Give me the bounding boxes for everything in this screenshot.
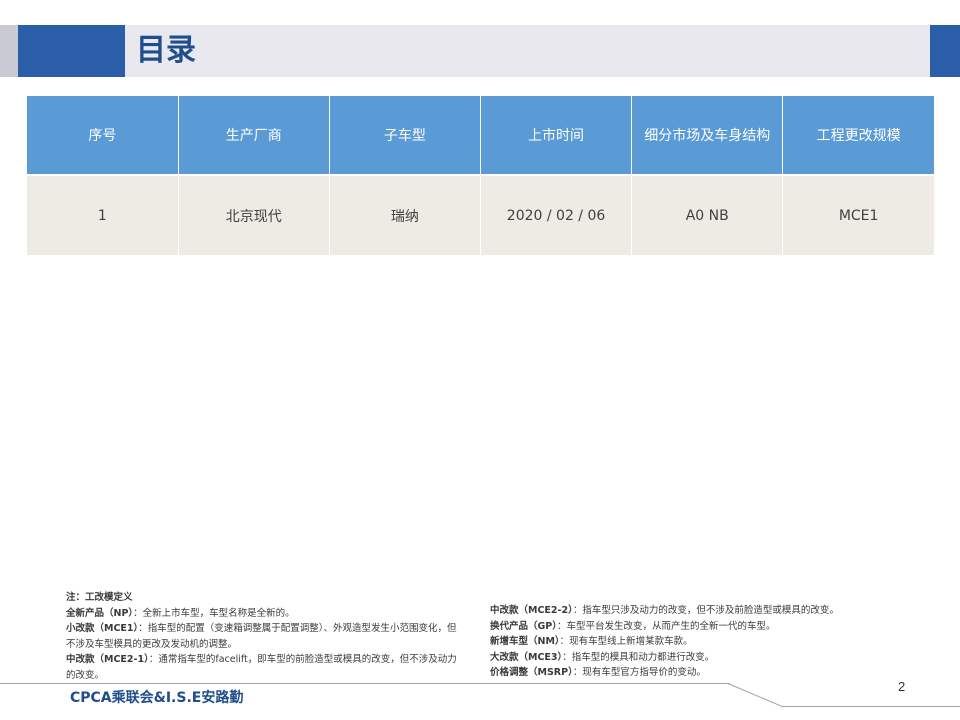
header-cell: 上市时间 [480,96,633,175]
table-cell: 北京现代 [178,174,330,255]
note-term: 新增车型（NM） [490,636,560,647]
page-title: 目录 [136,33,196,68]
title-accent-block-left [18,25,125,77]
table-row: 1 北京现代 瑞纳 2020 / 02 / 06 A0 NB MCE1 [27,174,934,255]
note-term: 换代产品（GP） [490,620,558,632]
header-cell: 工程更改规模 [782,96,934,175]
header-cell: 子车型 [329,96,481,175]
table-cell: 2020 / 02 / 06 [480,174,633,255]
title-accent-block-right [930,25,960,77]
note-item: 中改款（MCE2-1）：通常指车型的facelift，即车型的前脸造型或模具的改… [66,652,458,683]
header-cell: 细分市场及车身结构 [631,96,784,175]
footer-divider [0,683,730,684]
note-item: 中改款（MCE2-2）：指车型只涉及动力的改变，但不涉及前脸造型或模具的改变。 [490,603,910,619]
note-term: 大改款（MCE3） [490,651,563,663]
footer-divider-slant [727,683,784,708]
note-desc: ：指车型的模具和动力都进行改变。 [562,651,715,663]
notes-left: 注：工改模定义 全新产品（NP）：全新上市车型，车型名称是全新的。 小改款（MC… [66,590,458,683]
note-item: 大改款（MCE3）：指车型的模具和动力都进行改变。 [490,650,910,666]
toc-table: 序号 生产厂商 子车型 上市时间 细分市场及车身结构 工程更改规模 1 北京现代… [27,96,934,255]
footer-organization: CPCA乘联会&I.S.E安路勤 [70,690,244,706]
table-cell: 1 [27,174,179,255]
header-cell: 序号 [27,96,179,175]
table-header-row: 序号 生产厂商 子车型 上市时间 细分市场及车身结构 工程更改规模 [27,96,934,175]
note-desc: ：指车型只涉及动力的改变，但不涉及前脸造型或模具的改变。 [572,605,839,616]
title-accent-stripe [0,25,18,77]
note-item: 小改款（MCE1）：指车型的配置（变速箱调整属于配置调整）、外观造型发生小范围变… [66,621,458,652]
note-term: 全新产品（NP） [66,607,134,619]
note-item: 价格调整（MSRP）：现有车型官方指导价的变动。 [490,665,910,681]
note-desc: ：现有车型线上新增某款车款。 [559,636,693,647]
note-desc: ：现有车型官方指导价的变动。 [572,667,706,678]
note-term: 价格调整（MSRP） [490,667,573,678]
note-term: 小改款（MCE1） [66,623,139,634]
notes-right: 中改款（MCE2-2）：指车型只涉及动力的改变，但不涉及前脸造型或模具的改变。 … [490,603,910,681]
notes-heading: 注：工改模定义 [66,592,133,603]
note-term: 中改款（MCE2-2） [490,605,573,616]
footer-divider-right [783,706,960,707]
header-cell: 生产厂商 [178,96,330,175]
note-item: 新增车型（NM）：现有车型线上新增某款车款。 [490,634,910,650]
note-term: 中改款（MCE2-1） [66,654,149,665]
note-desc: ：车型平台发生改变，从而产生的全新一代的车型。 [557,620,776,632]
note-item: 全新产品（NP）：全新上市车型，车型名称是全新的。 [66,606,458,622]
table-cell: 瑞纳 [329,174,481,255]
table-cell: A0 NB [631,174,784,255]
note-item: 换代产品（GP）：车型平台发生改变，从而产生的全新一代的车型。 [490,619,910,635]
note-desc: ：全新上市车型，车型名称是全新的。 [133,607,295,619]
page-number: 2 [898,679,906,694]
table-cell: MCE1 [782,174,934,255]
